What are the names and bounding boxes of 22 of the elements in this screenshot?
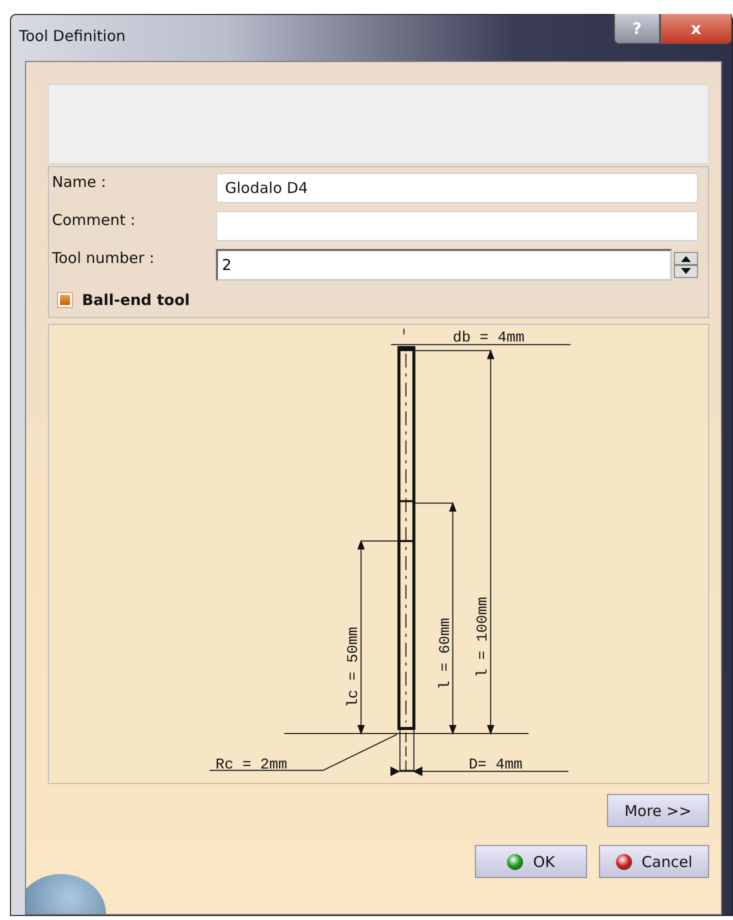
- more-button[interactable]: More >>: [607, 794, 709, 827]
- checkbox-label: Ball-end tool: [82, 291, 190, 309]
- dimension-label: Rc = 2mm: [216, 757, 288, 774]
- dimension-label: l = 60mm: [438, 618, 454, 690]
- dimension-label: lc = 50mm: [346, 626, 362, 708]
- checkbox[interactable]: [58, 293, 72, 307]
- input-field[interactable]: Glodalo D4: [216, 173, 698, 203]
- spin-field[interactable]: 2: [216, 249, 672, 281]
- dimension-label: l = 100mm: [476, 596, 492, 678]
- dimension-label: db = 4mm: [452, 330, 524, 347]
- window-title: Tool Definition: [19, 27, 127, 45]
- input-field[interactable]: [216, 211, 698, 241]
- ball-icon: [616, 854, 632, 870]
- spin-arrows-icon[interactable]: [674, 252, 698, 278]
- cancel-button[interactable]: Cancel: [599, 845, 709, 878]
- close-button[interactable]: x: [660, 14, 732, 44]
- ok-button[interactable]: OK: [475, 845, 587, 878]
- ball-icon: [507, 854, 524, 870]
- dimension-label: D= 4mm: [468, 757, 523, 774]
- field-label: Tool number :: [52, 249, 156, 267]
- field-label: Name :: [52, 173, 108, 191]
- field-label: Comment :: [52, 211, 136, 229]
